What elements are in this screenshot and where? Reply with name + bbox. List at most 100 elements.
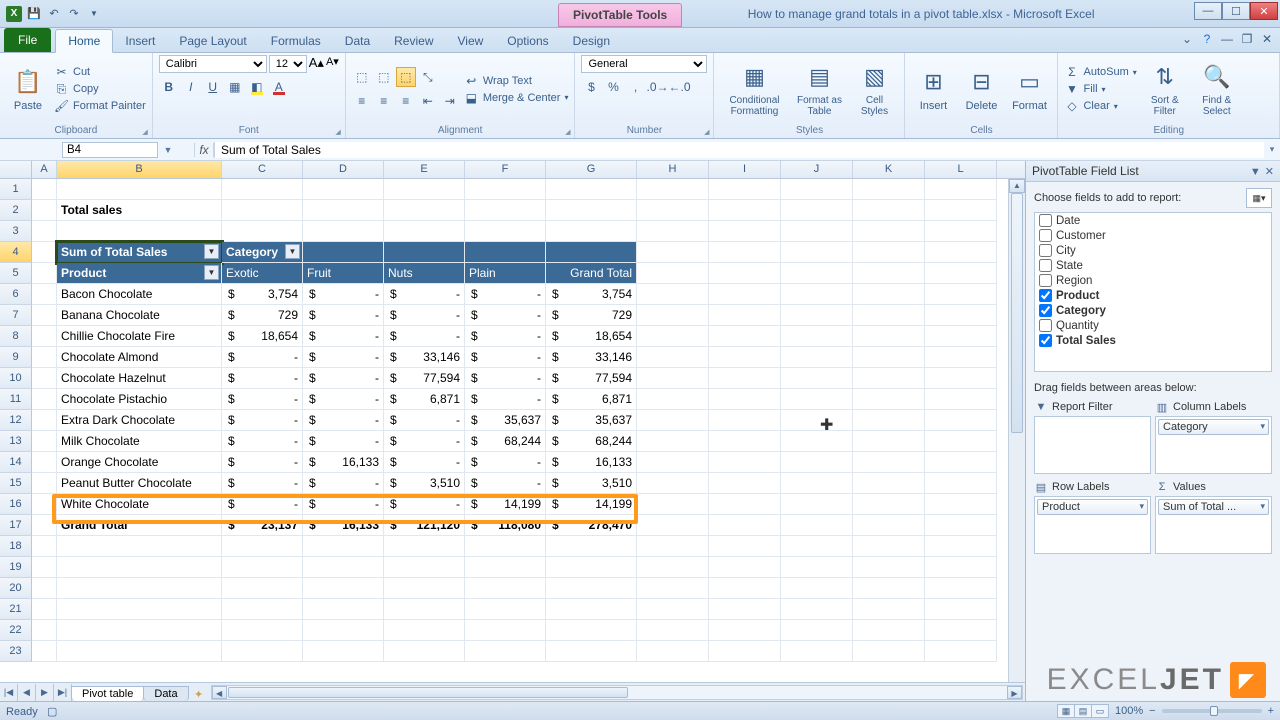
row-22[interactable]: 22 [0,620,32,641]
tab-page-layout[interactable]: Page Layout [167,30,258,52]
field-list-close-icon[interactable]: ✕ [1265,166,1274,178]
row-7[interactable]: 7 [0,305,32,326]
row-13[interactable]: 13 [0,431,32,452]
font-color-button[interactable]: A [269,77,289,97]
align-center-icon[interactable]: ≡ [374,91,394,111]
font-size-select[interactable]: 12 [269,55,307,73]
row-23[interactable]: 23 [0,641,32,662]
field-checkbox[interactable] [1039,244,1052,257]
align-left-icon[interactable]: ≡ [352,91,372,111]
field-state[interactable]: State [1035,258,1271,273]
field-checkbox[interactable] [1039,334,1052,347]
format-as-table-button[interactable]: ▤Format as Table [792,59,846,119]
field-checkbox[interactable] [1039,304,1052,317]
field-checkbox[interactable] [1039,259,1052,272]
maximize-button[interactable]: ☐ [1222,2,1250,20]
hscroll-right-icon[interactable]: ▶ [1007,686,1022,699]
autosum-button[interactable]: ΣAutoSum ▾ [1064,65,1136,80]
insert-cells-button[interactable]: ⊞Insert [911,64,955,114]
field-product[interactable]: Product [1035,288,1271,303]
horizontal-scrollbar[interactable]: ◀ ▶ [211,685,1023,700]
align-middle-icon[interactable]: ⬚ [374,67,394,87]
row-20[interactable]: 20 [0,578,32,599]
align-right-icon[interactable]: ≡ [396,91,416,111]
view-pagebreak-icon[interactable]: ▭ [1091,704,1109,718]
zoom-slider[interactable] [1162,709,1262,713]
row-8[interactable]: 8 [0,326,32,347]
conditional-formatting-button[interactable]: ▦Conditional Formatting [720,59,788,119]
sheet-nav-last-icon[interactable]: ▶| [54,684,72,701]
close-button[interactable]: ✕ [1250,2,1278,20]
formula-expand-icon[interactable]: ▾ [1264,144,1280,155]
product-dropdown-icon[interactable]: ▼ [204,265,219,280]
format-cells-button[interactable]: ▭Format [1007,64,1051,114]
area-values[interactable]: ΣValues Sum of Total ... [1155,478,1272,554]
col-D[interactable]: D [303,161,384,178]
wrap-text-button[interactable]: ↩Wrap Text [464,73,569,88]
sort-filter-button[interactable]: ⇅Sort & Filter [1141,59,1189,119]
chip-category[interactable]: Category [1158,419,1269,435]
qat-redo-icon[interactable]: ↷ [66,6,82,22]
name-box[interactable] [62,142,158,158]
row-4[interactable]: 4 [0,242,32,263]
field-list-layout-button[interactable]: ▦▾ [1246,188,1272,208]
tab-review[interactable]: Review [382,30,445,52]
new-sheet-icon[interactable]: ✦ [189,688,209,701]
col-F[interactable]: F [465,161,546,178]
row-14[interactable]: 14 [0,452,32,473]
hscroll-left-icon[interactable]: ◀ [212,686,227,699]
chip-values[interactable]: Sum of Total ... [1158,499,1269,515]
row-3[interactable]: 3 [0,221,32,242]
format-painter-button[interactable]: 🖌Format Painter [54,99,146,114]
sheet-tab-data[interactable]: Data [143,686,188,701]
col-L[interactable]: L [925,161,997,178]
sheet-nav-next-icon[interactable]: ▶ [36,684,54,701]
shrink-font-icon[interactable]: A▾ [326,55,339,73]
field-checkbox[interactable] [1039,229,1052,242]
orientation-icon[interactable]: ⤡ [418,67,438,87]
help-icon[interactable]: ? [1200,32,1214,46]
zoom-in-icon[interactable]: + [1268,705,1274,717]
row-2[interactable]: 2 [0,200,32,221]
tab-data[interactable]: Data [333,30,382,52]
row-12[interactable]: 12 [0,410,32,431]
sheet-nav-prev-icon[interactable]: ◀ [18,684,36,701]
copy-button[interactable]: ⎘Copy [54,82,146,97]
chip-product[interactable]: Product [1037,499,1148,515]
fx-icon[interactable]: fx [194,143,214,157]
workbook-restore-icon[interactable]: ❐ [1240,32,1254,46]
row-10[interactable]: 10 [0,368,32,389]
field-checkbox[interactable] [1039,274,1052,287]
workbook-close-icon[interactable]: ✕ [1260,32,1274,46]
area-column-labels[interactable]: ▥Column Labels Category [1155,398,1272,474]
spreadsheet-grid[interactable]: A B C D E F G H I J K L 1 2 Total sales … [0,161,1025,701]
minimize-button[interactable]: — [1194,2,1222,20]
paste-button[interactable]: 📋 Paste [6,64,50,114]
align-bottom-icon[interactable]: ⬚ [396,67,416,87]
field-city[interactable]: City [1035,243,1271,258]
tab-formulas[interactable]: Formulas [259,30,333,52]
field-customer[interactable]: Customer [1035,228,1271,243]
row-1[interactable]: 1 [0,179,32,200]
view-layout-icon[interactable]: ▤ [1074,704,1092,718]
row-5[interactable]: 5 [0,263,32,284]
col-A[interactable]: A [32,161,57,178]
tab-design[interactable]: Design [561,30,622,52]
find-select-button[interactable]: 🔍Find & Select [1193,59,1241,119]
underline-button[interactable]: U [203,77,223,97]
align-top-icon[interactable]: ⬚ [352,67,372,87]
hscroll-thumb[interactable] [228,687,628,698]
tab-insert[interactable]: Insert [113,30,167,52]
row-21[interactable]: 21 [0,599,32,620]
tab-file[interactable]: File [4,28,51,52]
bold-button[interactable]: B [159,77,179,97]
area-report-filter[interactable]: ▼Report Filter [1034,398,1151,474]
row-field-dropdown-icon[interactable]: ▼ [204,244,219,259]
row-16[interactable]: 16 [0,494,32,515]
col-B[interactable]: B [57,161,222,178]
decrease-indent-icon[interactable]: ⇤ [418,91,438,111]
macro-record-icon[interactable]: ▢ [47,706,57,718]
tab-options[interactable]: Options [495,30,560,52]
qat-undo-icon[interactable]: ↶ [46,6,62,22]
row-18[interactable]: 18 [0,536,32,557]
